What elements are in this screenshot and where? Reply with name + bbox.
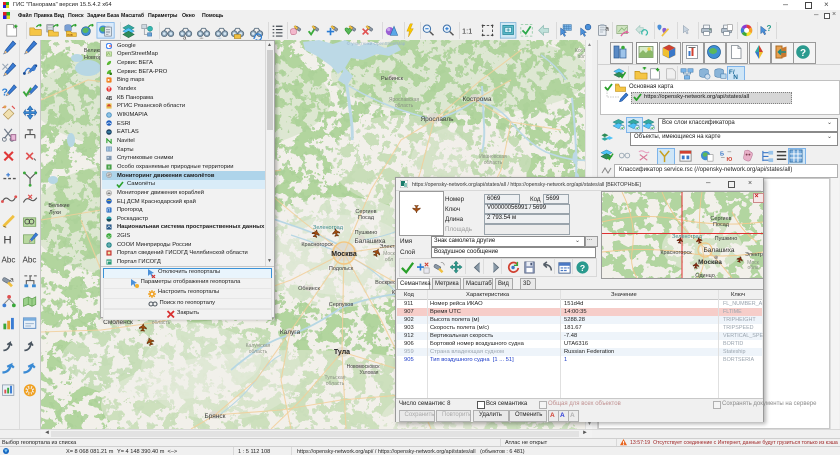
- svg-text:обла: обла: [747, 265, 758, 271]
- svg-text:область: область: [395, 103, 414, 109]
- svg-text:П: П: [107, 208, 110, 213]
- svg-text:1:1: 1:1: [462, 27, 472, 36]
- svg-text:Ю: Ю: [727, 157, 733, 163]
- svg-text:Посад: Посад: [358, 215, 375, 221]
- svg-text:Зеленоград: Зеленоград: [313, 225, 344, 231]
- svg-text:область: область: [484, 160, 503, 166]
- svg-text:Посад: Посад: [713, 222, 730, 228]
- svg-text:Москва: Москва: [698, 259, 722, 266]
- svg-text:Великие: Великие: [48, 203, 69, 209]
- svg-text:Одинцо: Одинцо: [695, 273, 715, 278]
- svg-text:Москва: Москва: [331, 251, 357, 258]
- svg-text:Узловая: Узловая: [360, 370, 379, 376]
- svg-text:Брянск: Брянск: [204, 413, 225, 420]
- svg-text:область: область: [249, 349, 268, 355]
- svg-text:⊛: ⊛: [714, 255, 718, 261]
- svg-text:a: a: [10, 277, 14, 284]
- svg-text:Пушкино: Пушкино: [715, 236, 738, 242]
- svg-text:Тула: Тула: [334, 349, 350, 356]
- svg-text:4Б: 4Б: [106, 96, 112, 101]
- svg-text:?: ?: [580, 262, 585, 272]
- svg-text:Калуга: Калуга: [280, 329, 301, 336]
- svg-text:a: a: [605, 25, 609, 32]
- svg-text:© участники OpenStreetMap: © участники OpenStreetMap: [347, 40, 406, 46]
- svg-text:Abc: Abc: [23, 255, 37, 264]
- svg-text:Б: Б: [720, 152, 724, 158]
- svg-text:Пушкино: Пушкино: [355, 230, 378, 236]
- svg-text:область: область: [152, 320, 171, 326]
- svg-text:Кострома: Кострома: [463, 96, 492, 103]
- svg-text:Серпухов: Серпухов: [329, 302, 354, 308]
- svg-text:2G: 2G: [107, 235, 112, 239]
- svg-text:Подольск: Подольск: [329, 266, 354, 272]
- svg-text:Ярославль: Ярославль: [420, 116, 454, 123]
- svg-text:?: ?: [2, 87, 8, 98]
- svg-text:Рыбинск: Рыбинск: [381, 76, 404, 82]
- svg-text:H: H: [3, 234, 11, 246]
- svg-text:Электр: Электр: [745, 252, 763, 258]
- svg-text:?: ?: [767, 24, 772, 33]
- svg-text:обл: обл: [385, 257, 393, 263]
- svg-text:Луки: Луки: [49, 210, 61, 216]
- svg-text:область: область: [326, 381, 345, 387]
- svg-text:Красногорск: Красногорск: [301, 242, 333, 248]
- svg-text:Abc: Abc: [2, 255, 16, 264]
- svg-text:Балашиха: Балашиха: [704, 247, 735, 254]
- svg-text:Красногорск: Красногорск: [660, 250, 692, 256]
- svg-text:Обнинск: Обнинск: [298, 286, 320, 292]
- svg-text:?: ?: [800, 48, 806, 59]
- svg-text:Смоленск: Смоленск: [103, 319, 133, 326]
- svg-text:нов: нов: [67, 33, 73, 37]
